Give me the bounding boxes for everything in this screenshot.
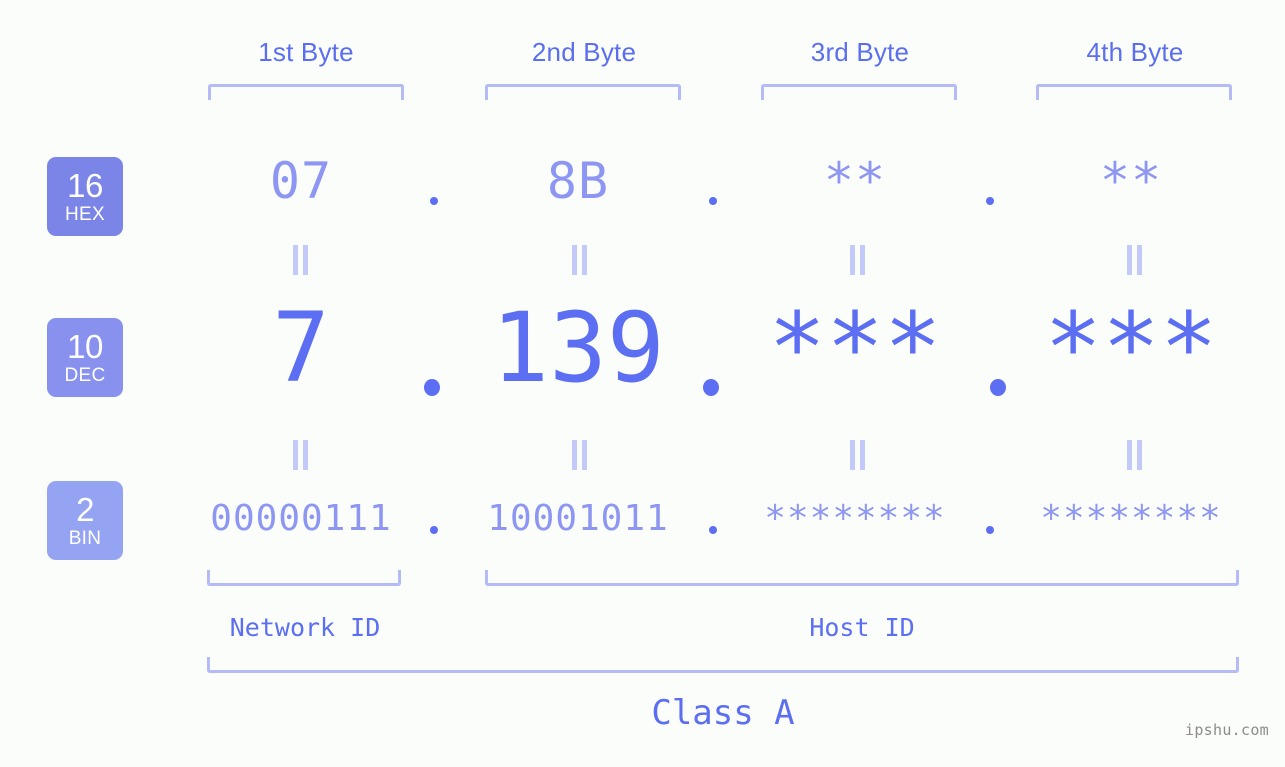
equals-icon-dec-bin-1	[290, 440, 312, 470]
class-label: Class A	[651, 693, 795, 733]
byte-header-1: 1st Byte	[258, 37, 354, 67]
ip-breakdown-diagram: 1st Byte 2nd Byte 3rd Byte 4th Byte 16 H…	[0, 0, 1285, 767]
host-id-label: Host ID	[809, 613, 915, 642]
hex-byte-4: **	[1099, 152, 1163, 210]
bin-byte-3: ********	[764, 498, 946, 539]
equals-icon-hex-dec-3	[847, 245, 869, 275]
base-badge-dec-label: DEC	[64, 365, 106, 386]
dec-byte-4: ***	[1044, 292, 1218, 404]
base-badge-hex: 16 HEX	[47, 157, 123, 236]
bin-separator-dot-1	[430, 526, 438, 534]
equals-icon-dec-bin-3	[847, 440, 869, 470]
equals-icon-dec-bin-4	[1124, 440, 1146, 470]
bin-byte-4: ********	[1040, 498, 1222, 539]
host-id-bracket	[485, 570, 1239, 586]
bin-separator-dot-2	[709, 526, 717, 534]
dec-separator-dot-1	[424, 379, 440, 396]
hex-byte-1: 07	[269, 152, 333, 210]
dec-separator-dot-2	[703, 379, 719, 396]
class-bracket	[207, 657, 1239, 673]
hex-separator-dot-2	[709, 197, 717, 205]
byte-bracket-1	[208, 84, 404, 100]
byte-bracket-2	[485, 84, 681, 100]
equals-icon-hex-dec-4	[1124, 245, 1146, 275]
base-badge-dec-number: 10	[67, 328, 103, 365]
base-badge-hex-number: 16	[67, 167, 103, 204]
base-badge-hex-label: HEX	[65, 204, 105, 225]
dec-byte-1: 7	[272, 292, 330, 404]
dec-byte-3: ***	[768, 292, 942, 404]
bin-separator-dot-3	[986, 526, 994, 534]
bin-byte-1: 00000111	[210, 498, 392, 539]
byte-bracket-4	[1036, 84, 1232, 100]
hex-byte-2: 8B	[546, 152, 610, 210]
base-badge-bin-number: 2	[76, 491, 94, 528]
equals-icon-hex-dec-2	[569, 245, 591, 275]
equals-icon-hex-dec-1	[290, 245, 312, 275]
byte-bracket-3	[761, 84, 957, 100]
watermark: ipshu.com	[1185, 721, 1269, 739]
hex-byte-3: **	[823, 152, 887, 210]
byte-header-2: 2nd Byte	[531, 37, 637, 67]
equals-icon-dec-bin-2	[569, 440, 591, 470]
dec-separator-dot-3	[990, 379, 1006, 396]
byte-header-3: 3rd Byte	[810, 37, 910, 67]
dec-byte-2: 139	[491, 292, 665, 404]
hex-separator-dot-3	[986, 197, 994, 205]
network-id-label: Network ID	[229, 613, 381, 642]
network-id-bracket	[207, 570, 401, 586]
byte-header-4: 4th Byte	[1086, 37, 1184, 67]
bin-byte-2: 10001011	[487, 498, 669, 539]
hex-separator-dot-1	[430, 197, 438, 205]
base-badge-bin: 2 BIN	[47, 481, 123, 560]
base-badge-bin-label: BIN	[68, 528, 102, 549]
base-badge-dec: 10 DEC	[47, 318, 123, 397]
